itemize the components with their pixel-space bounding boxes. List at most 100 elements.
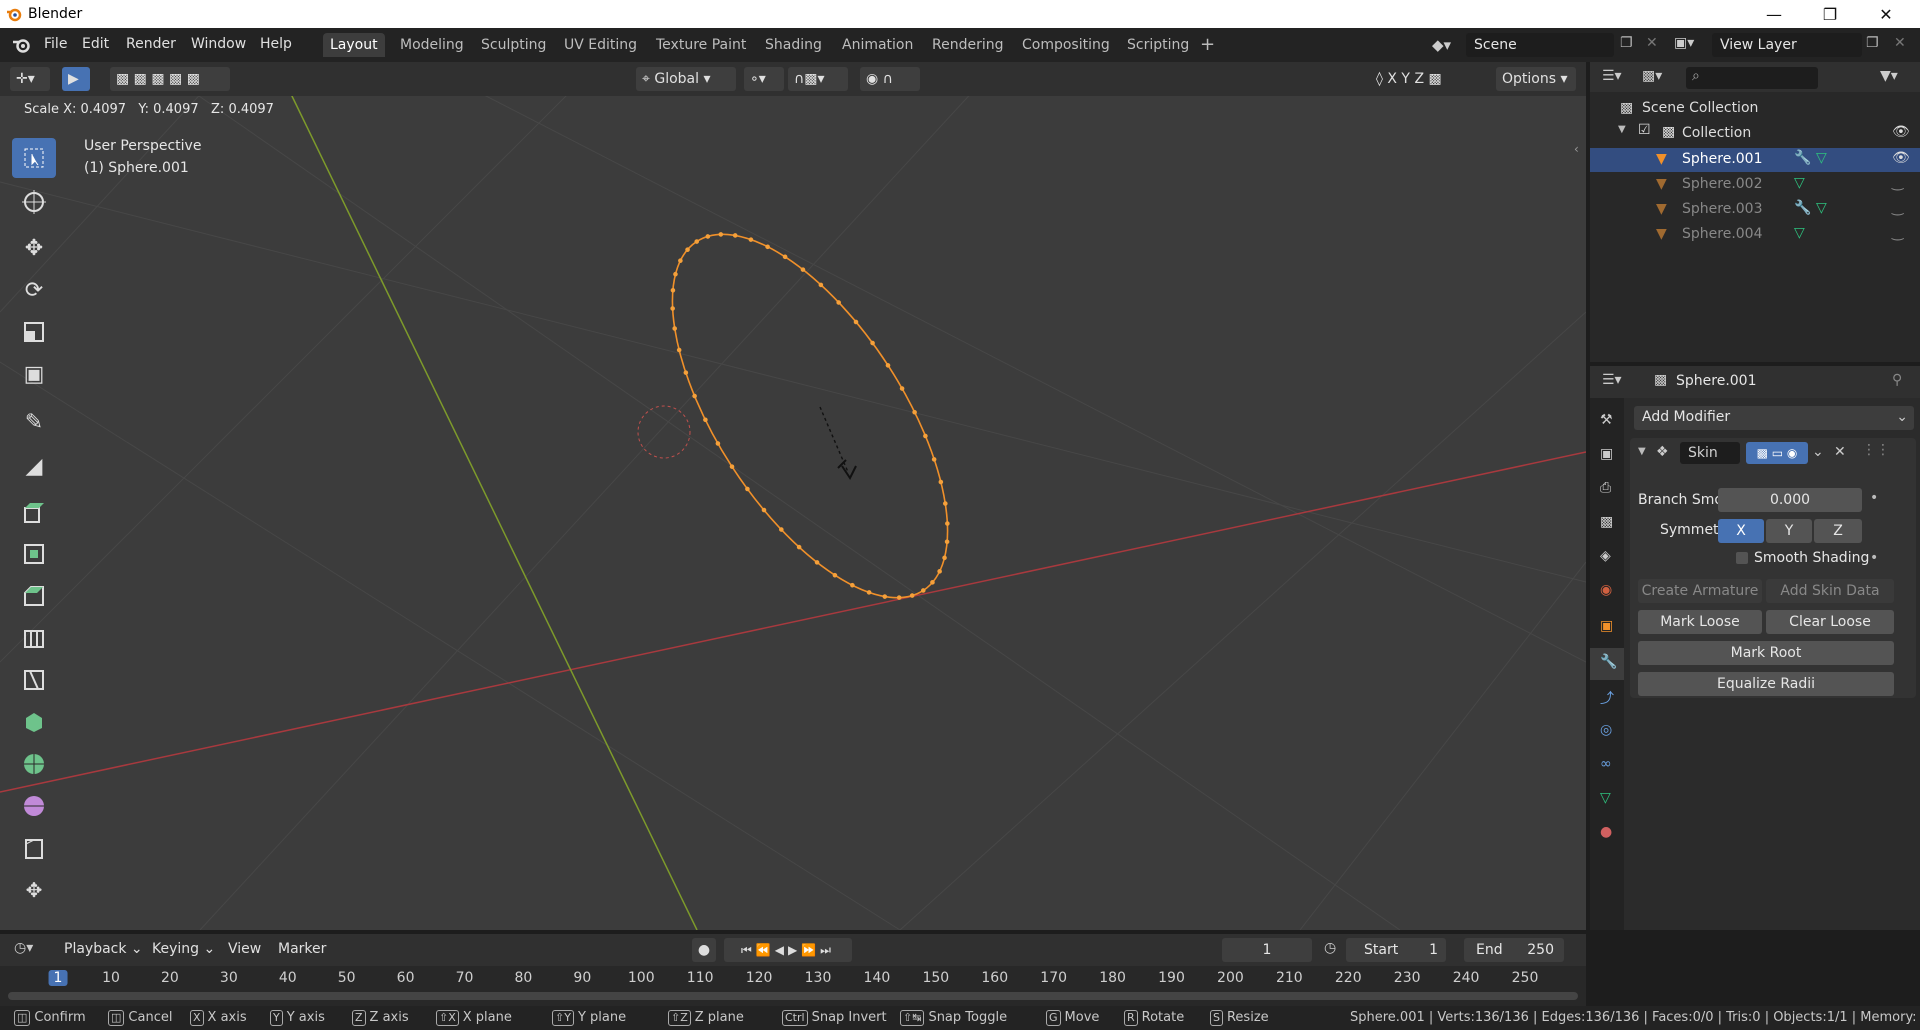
smooth-shading-checkbox[interactable]: [1736, 552, 1748, 564]
playhead[interactable]: 1: [48, 970, 68, 986]
drag-handle-icon[interactable]: ⋮⋮: [1862, 442, 1890, 458]
visibility-hidden-icon[interactable]: ‿: [1892, 225, 1903, 241]
delete-view-layer-icon[interactable]: ✕: [1894, 35, 1906, 51]
modifier-icon[interactable]: 🔧: [1794, 200, 1811, 216]
menu-window[interactable]: Window: [191, 36, 246, 52]
mark-loose-button[interactable]: Mark Loose: [1638, 610, 1762, 634]
display-mode-icon[interactable]: ▩▾: [1642, 68, 1662, 84]
tab-texture-paint[interactable]: Texture Paint: [649, 33, 753, 57]
mesh-vertex[interactable]: [944, 539, 950, 545]
poly-build-tool-icon[interactable]: [12, 702, 56, 742]
cursor-tool-icon[interactable]: [12, 182, 56, 222]
knife-tool-icon[interactable]: [12, 660, 56, 700]
blender-menu-icon[interactable]: [12, 36, 32, 54]
axis-x[interactable]: X: [1387, 71, 1397, 87]
select-box-modes[interactable]: ▩ ▩ ▩ ▩ ▩: [110, 67, 230, 91]
tab-shading[interactable]: Shading: [758, 33, 829, 57]
minimize-icon[interactable]: —: [1746, 0, 1802, 28]
visibility-hidden-icon[interactable]: ‿: [1892, 175, 1903, 191]
particles-tab-icon[interactable]: ⤴: [1600, 688, 1614, 708]
mesh-vertex[interactable]: [732, 232, 738, 238]
outliner-item-sphere-004[interactable]: Sphere.004: [1682, 226, 1763, 242]
modifier-tab-icon[interactable]: 🔧: [1600, 654, 1617, 670]
panel-collapse-icon[interactable]: ▼: [1638, 446, 1646, 457]
inset-tool-icon[interactable]: [12, 534, 56, 574]
collection-checkbox[interactable]: ☑: [1638, 122, 1651, 138]
branch-smoothing-field[interactable]: 0.000: [1718, 488, 1862, 512]
modifier-menu-icon[interactable]: ⌄: [1812, 444, 1824, 460]
transform-tool-icon[interactable]: ▣: [12, 354, 56, 394]
mesh-vertex[interactable]: [748, 236, 754, 242]
transform-orientation[interactable]: ⌖ Global ▾: [636, 67, 736, 91]
mesh-data-icon[interactable]: ▽: [1816, 200, 1827, 216]
mesh-vertex[interactable]: [866, 589, 872, 595]
rotate-tool-icon[interactable]: ⟳: [12, 270, 56, 310]
delete-scene-icon[interactable]: ✕: [1646, 35, 1658, 51]
mesh-vertex[interactable]: [882, 593, 888, 599]
mesh-vertex[interactable]: [683, 369, 689, 375]
select-mode-icon[interactable]: ▶: [62, 67, 90, 91]
tab-animation[interactable]: Animation: [835, 33, 920, 57]
tab-compositing[interactable]: Compositing: [1015, 33, 1117, 57]
timeline-scrollbar[interactable]: [8, 992, 1578, 1000]
mesh-vertex[interactable]: [715, 440, 721, 446]
mesh-vertex[interactable]: [705, 233, 711, 239]
view-layer-icon[interactable]: ▣▾: [1674, 35, 1694, 51]
outliner-item-sphere-002[interactable]: Sphere.002: [1682, 176, 1763, 192]
menu-file[interactable]: File: [44, 36, 67, 52]
outliner-search-input[interactable]: ⌕: [1686, 67, 1818, 89]
equalize-radii-button[interactable]: Equalize Radii: [1638, 672, 1894, 696]
spin-tool-icon[interactable]: [12, 744, 56, 784]
tab-sculpting[interactable]: Sculpting: [474, 33, 553, 57]
edge-slide-tool-icon[interactable]: [12, 828, 56, 868]
mesh-vertex[interactable]: [936, 568, 942, 574]
outliner-item-sphere-003[interactable]: Sphere.003: [1682, 201, 1763, 217]
view-layer-field[interactable]: View Layer: [1712, 33, 1862, 57]
annotate-tool-icon[interactable]: ✎: [12, 402, 56, 442]
mesh-data-icon[interactable]: ▽: [1794, 225, 1805, 241]
create-armature-button[interactable]: Create Armature: [1638, 579, 1762, 603]
menu-render[interactable]: Render: [126, 36, 176, 52]
symmetry-z-button[interactable]: Z: [1814, 519, 1862, 543]
outliner-item-sphere-001[interactable]: Sphere.001: [1682, 151, 1763, 167]
mesh-vertex[interactable]: [677, 257, 683, 263]
keyframe-dot-icon[interactable]: •: [1870, 550, 1878, 566]
mesh-vertex[interactable]: [672, 271, 678, 277]
scene-field[interactable]: Scene: [1466, 33, 1614, 57]
close-icon[interactable]: ✕: [1858, 0, 1914, 28]
tab-layout[interactable]: Layout: [323, 33, 385, 57]
mesh-data-icon[interactable]: ▽: [1816, 150, 1827, 166]
measure-tool-icon[interactable]: ◢: [12, 446, 56, 486]
menu-help[interactable]: Help: [260, 36, 292, 52]
mesh-vertex[interactable]: [669, 305, 675, 311]
add-modifier-dropdown[interactable]: Add Modifier ⌄: [1634, 406, 1914, 430]
mesh-vertex[interactable]: [718, 231, 724, 237]
world-tab-icon[interactable]: ◉: [1600, 582, 1612, 598]
mesh-vertex[interactable]: [931, 456, 937, 462]
add-skin-data-button[interactable]: Add Skin Data: [1766, 579, 1894, 603]
add-workspace-icon[interactable]: +: [1200, 34, 1215, 55]
new-scene-icon[interactable]: ❐: [1620, 35, 1633, 51]
axis-y[interactable]: Y: [1401, 71, 1410, 87]
tab-scripting[interactable]: Scripting: [1120, 33, 1196, 57]
pivot-point-icon[interactable]: ∘▾: [744, 67, 784, 91]
mesh-vertex[interactable]: [941, 555, 947, 561]
modifier-icon[interactable]: 🔧: [1794, 150, 1811, 166]
physics-tab-icon[interactable]: ◎: [1600, 722, 1612, 738]
new-view-layer-icon[interactable]: ❐: [1866, 35, 1879, 51]
collection-label[interactable]: Collection: [1682, 125, 1751, 141]
bevel-tool-icon[interactable]: [12, 576, 56, 616]
pin-icon[interactable]: ⚲: [1892, 372, 1902, 388]
mesh-vertex[interactable]: [670, 287, 676, 293]
scene-collection-label[interactable]: Scene Collection: [1642, 100, 1758, 116]
outliner-type-icon[interactable]: ☰▾: [1602, 68, 1622, 84]
clear-loose-button[interactable]: Clear Loose: [1766, 610, 1894, 634]
filter-icon[interactable]: ▼▾: [1880, 68, 1898, 84]
mesh-vertex[interactable]: [691, 393, 697, 399]
options-button[interactable]: Options ▾: [1496, 67, 1576, 91]
mesh-vertex[interactable]: [764, 244, 770, 250]
mesh-vertex[interactable]: [899, 385, 905, 391]
axis-lock-buttons[interactable]: ◊ X Y Z ▩: [1370, 67, 1490, 91]
tab-modeling[interactable]: Modeling: [393, 33, 471, 57]
data-tab-icon[interactable]: ▽: [1600, 790, 1611, 806]
